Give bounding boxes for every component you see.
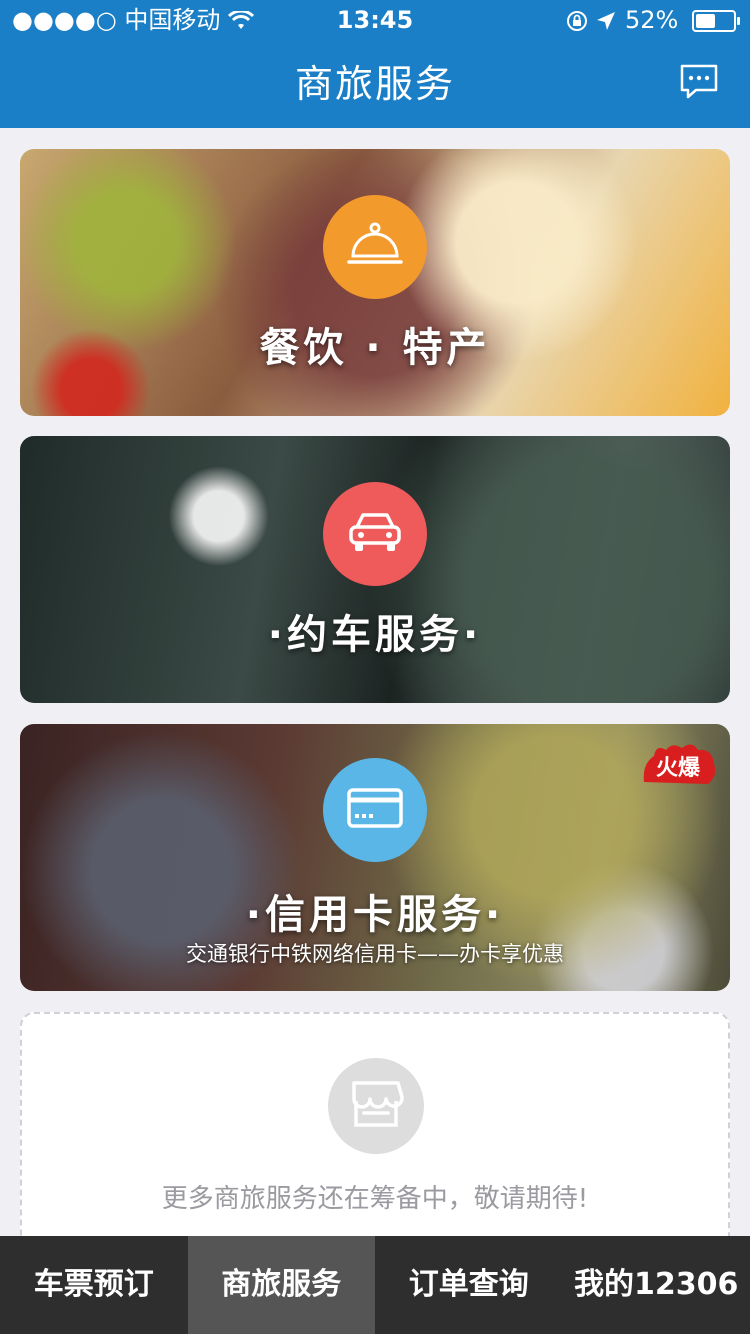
tab-business-travel[interactable]: 商旅服务 (187, 1236, 375, 1334)
shop-icon (348, 1079, 404, 1133)
credit-card-service-card[interactable]: 火爆 ·信用卡服务· 交通银行中铁网络信用卡——办卡享优惠 (20, 724, 730, 991)
location-arrow-icon (595, 6, 625, 34)
food-cloche-icon (345, 220, 405, 274)
battery-percent: 52% (625, 6, 679, 34)
status-bar: ●●●●○ 中国移动 13:45 52% (0, 0, 750, 40)
food-icon-circle (323, 195, 427, 299)
orientation-lock-icon (566, 6, 596, 34)
shop-icon-circle (328, 1058, 424, 1154)
credit-card-icon-circle (323, 758, 427, 862)
car-icon (345, 509, 405, 559)
battery-icon (692, 10, 740, 32)
page-title: 商旅服务 (294, 62, 455, 106)
credit-card-subtitle: 交通银行中铁网络信用卡——办卡享优惠 (186, 942, 564, 966)
hot-badge-label: 火爆 (655, 756, 700, 781)
food-card-title: 餐饮 · 特产 (259, 325, 491, 371)
tab-order-query[interactable]: 订单查询 (375, 1236, 563, 1334)
message-button[interactable] (678, 62, 720, 102)
status-right: 52% (566, 0, 740, 40)
coming-soon-card: 更多商旅服务还在筹备中，敬请期待! (20, 1012, 730, 1256)
coming-soon-text: 更多商旅服务还在筹备中，敬请期待! (161, 1184, 589, 1214)
chat-bubble-icon (678, 64, 720, 106)
car-card-title: ·约车服务· (267, 612, 483, 658)
credit-card-icon (345, 786, 405, 834)
credit-card-title: ·信用卡服务· (245, 892, 505, 938)
tab-my-12306[interactable]: 我的12306 (563, 1236, 750, 1334)
tab-ticket-booking[interactable]: 车票预订 (0, 1236, 188, 1334)
bottom-tab-bar: 车票预订 商旅服务 订单查询 我的12306 (0, 1236, 750, 1334)
car-service-card[interactable]: ·约车服务· (20, 436, 730, 703)
top-bar: ●●●●○ 中国移动 13:45 52% 商旅服务 (0, 0, 750, 128)
battery-fill (696, 14, 715, 28)
hot-badge: 火爆 (638, 742, 718, 788)
car-icon-circle (323, 482, 427, 586)
food-specialty-card[interactable]: 餐饮 · 特产 (20, 149, 730, 416)
